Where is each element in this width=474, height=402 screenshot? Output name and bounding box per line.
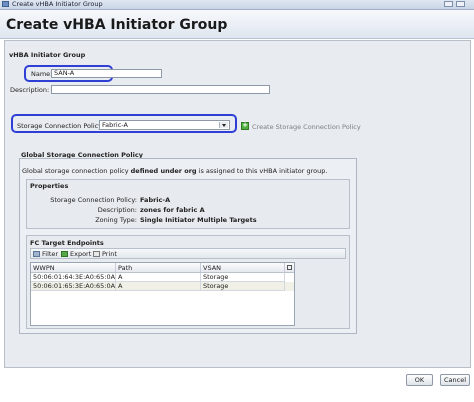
minimize-button[interactable] <box>444 1 453 7</box>
cell-path: A <box>116 273 201 282</box>
prop-zoning-label: Zoning Type: <box>95 216 137 224</box>
column-header-path[interactable]: Path <box>116 263 201 273</box>
dialog-header: Create vHBA Initiator Group <box>0 10 474 39</box>
policy-label: Storage Connection Policy: <box>17 122 104 130</box>
section-title: vHBA Initiator Group <box>9 51 86 59</box>
window-title: Create vHBA Initiator Group <box>12 0 103 8</box>
column-header-vsan[interactable]: VSAN <box>201 263 285 273</box>
description-field[interactable] <box>51 85 270 94</box>
cell-wwpn: 50:06:01:64:3E:A0:65:0A <box>31 273 116 282</box>
filter-button[interactable]: Filter <box>33 250 58 258</box>
print-button[interactable]: Print <box>93 250 117 258</box>
policy-select[interactable]: Fabric-A <box>99 120 230 130</box>
cell-vsan: Storage <box>201 273 285 282</box>
description-label: Description: <box>10 86 50 94</box>
column-chooser-icon[interactable] <box>285 263 294 273</box>
prop-policy-label: Storage Connection Policy: <box>50 196 137 204</box>
column-header-wwpn[interactable]: WWPN <box>31 263 116 273</box>
prop-description-value: zones for fabric A <box>140 206 205 214</box>
add-icon[interactable]: + <box>241 122 249 130</box>
policy-select-value: Fabric-A <box>102 121 128 129</box>
prop-description-label: Description: <box>97 206 137 214</box>
name-label: Name: <box>31 70 53 78</box>
page-title: Create vHBA Initiator Group <box>6 17 228 33</box>
fc-targets-title: FC Target Endpoints <box>30 239 104 247</box>
fc-toolbar: Filter Export Print <box>30 248 346 259</box>
app-icon <box>2 1 9 7</box>
fc-targets-table: WWPN Path VSAN 50:06:01:64:3E:A0:65:0A A… <box>30 262 295 326</box>
cell-wwpn: 50:06:01:65:3E:A0:65:0A <box>31 282 116 291</box>
prop-zoning-value: Single Initiator Multiple Targets <box>140 216 257 224</box>
cancel-button[interactable]: Cancel <box>440 374 470 386</box>
close-window-button[interactable] <box>456 1 465 7</box>
global-policy-note: Global storage connection policy defined… <box>22 167 328 175</box>
export-icon <box>61 251 68 257</box>
export-button[interactable]: Export <box>61 250 91 258</box>
filter-icon <box>33 251 40 257</box>
prop-policy-value: Fabric-A <box>140 196 171 204</box>
properties-title: Properties <box>30 182 69 190</box>
table-row[interactable]: 50:06:01:64:3E:A0:65:0A A Storage <box>31 273 294 282</box>
chevron-down-icon <box>219 122 228 128</box>
print-icon <box>93 251 100 257</box>
table-row[interactable]: 50:06:01:65:3E:A0:65:0A A Storage <box>31 282 294 291</box>
window-titlebar: Create vHBA Initiator Group <box>0 0 474 10</box>
properties-panel: Properties Storage Connection Policy: Fa… <box>26 179 350 229</box>
dialog-content: vHBA Initiator Group Name: SAN-A Descrip… <box>4 40 471 368</box>
create-policy-link[interactable]: Create Storage Connection Policy <box>252 123 361 131</box>
global-policy-panel: Global storage connection policy defined… <box>19 158 357 334</box>
ok-button[interactable]: OK <box>406 374 433 386</box>
cell-path: A <box>116 282 201 291</box>
cell-vsan: Storage <box>201 282 285 291</box>
fc-targets-panel: FC Target Endpoints Filter Export Print … <box>26 235 350 329</box>
name-field[interactable]: SAN-A <box>51 69 162 78</box>
